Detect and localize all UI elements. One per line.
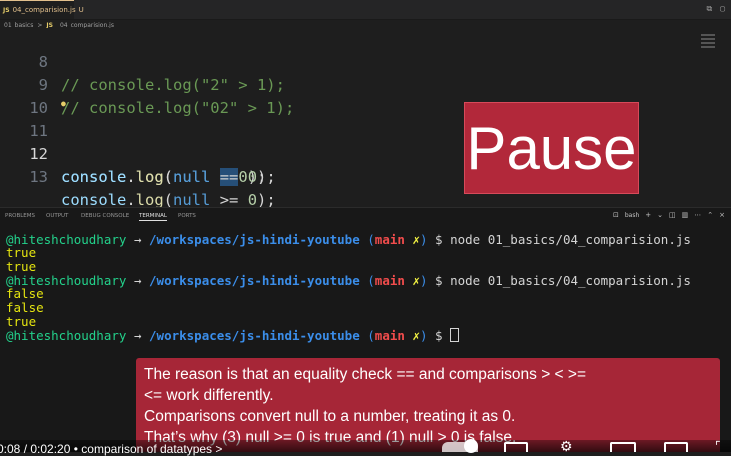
terminal-output: true <box>6 314 37 329</box>
tab-ports[interactable]: PORTS <box>178 213 196 219</box>
tab-problems[interactable]: PROBLEMS <box>5 213 35 219</box>
miniplayer-icon[interactable] <box>610 442 636 452</box>
tab-label: 04_comparision.js <box>12 6 76 14</box>
editor-actions: ⧉ ▢ <box>706 4 725 14</box>
line-number: 13 <box>29 168 48 186</box>
caption-box: The reason is that an equality check == … <box>136 358 720 452</box>
code-line: 9 // console.log("02" > 1); <box>0 51 731 117</box>
split-terminal-icon[interactable]: ◫ <box>669 211 676 219</box>
caption-line: <= work differently. <box>144 387 274 404</box>
terminal-actions: ⊡ bash + ⌄ ◫ ▥ ⋯ ⌃ × <box>613 211 725 219</box>
caption-line: The reason is that an equality check == … <box>144 366 587 383</box>
caption-line: Comparisons convert null to a number, tr… <box>144 408 516 425</box>
more-icon[interactable]: ⋯ <box>694 211 701 219</box>
tab-04-comparision[interactable]: JS 04_comparision.js U <box>0 0 84 19</box>
terminal-output: false <box>6 300 44 315</box>
fullscreen-icon[interactable]: ⌜ <box>715 440 721 452</box>
lightbulb-icon[interactable]: ● <box>61 92 66 115</box>
new-terminal-button[interactable]: + <box>645 211 651 219</box>
editor-tab-bar: JS 04_comparision.js U ⧉ ▢ <box>0 0 731 20</box>
js-file-icon: JS <box>3 6 10 14</box>
close-icon[interactable]: × <box>719 211 725 219</box>
tab-output[interactable]: OUTPUT <box>46 213 68 219</box>
theater-mode-icon[interactable] <box>664 442 688 452</box>
video-player-bar: 0:08 / 0:02:20 • comparison of datatypes… <box>0 439 731 456</box>
chevron-down-icon[interactable]: ⌄ <box>657 211 663 219</box>
tab-modified-indicator: U <box>78 6 84 14</box>
terminal-prompt-line: @hiteshchoudhary → /workspaces/js-hindi-… <box>6 273 691 288</box>
panel-tab-bar: PROBLEMS OUTPUT DEBUG CONSOLE TERMINAL P… <box>0 207 731 224</box>
tab-terminal[interactable]: TERMINAL <box>139 213 167 221</box>
terminal-cursor <box>450 328 460 342</box>
video-time: 0:08 / 0:02:20 • comparison of datatypes… <box>0 442 223 456</box>
code-statement: console.log(null == 0); <box>61 168 276 186</box>
chapter-title[interactable]: comparison of datatypes <box>81 442 212 456</box>
pause-overlay: Pause <box>464 102 639 194</box>
autoplay-toggle[interactable] <box>442 439 478 453</box>
code-line: 8 // console.log("2" > 1); <box>0 28 731 94</box>
maximize-icon[interactable]: ⌃ <box>707 211 713 219</box>
terminal-output: true <box>6 259 37 274</box>
selected-operator: == <box>219 168 239 186</box>
more-actions-icon[interactable]: ▢ <box>720 4 725 14</box>
trash-icon[interactable]: ▥ <box>682 211 689 219</box>
code-line: 10 <box>0 74 731 117</box>
terminal-icon: ⊡ <box>612 211 619 219</box>
split-editor-icon[interactable]: ⧉ <box>706 4 712 14</box>
terminal-output: true <box>6 245 37 260</box>
tab-debug-console[interactable]: DEBUG CONSOLE <box>81 213 129 219</box>
shell-label[interactable]: bash <box>625 212 639 219</box>
subtitles-icon[interactable] <box>504 442 528 452</box>
settings-gear-icon[interactable]: ⚙ <box>560 439 573 453</box>
terminal-prompt-line: @hiteshchoudhary → /workspaces/js-hindi-… <box>6 232 691 247</box>
terminal-output: false <box>6 286 44 301</box>
terminal-prompt-line: @hiteshchoudhary → /workspaces/js-hindi-… <box>6 328 460 343</box>
